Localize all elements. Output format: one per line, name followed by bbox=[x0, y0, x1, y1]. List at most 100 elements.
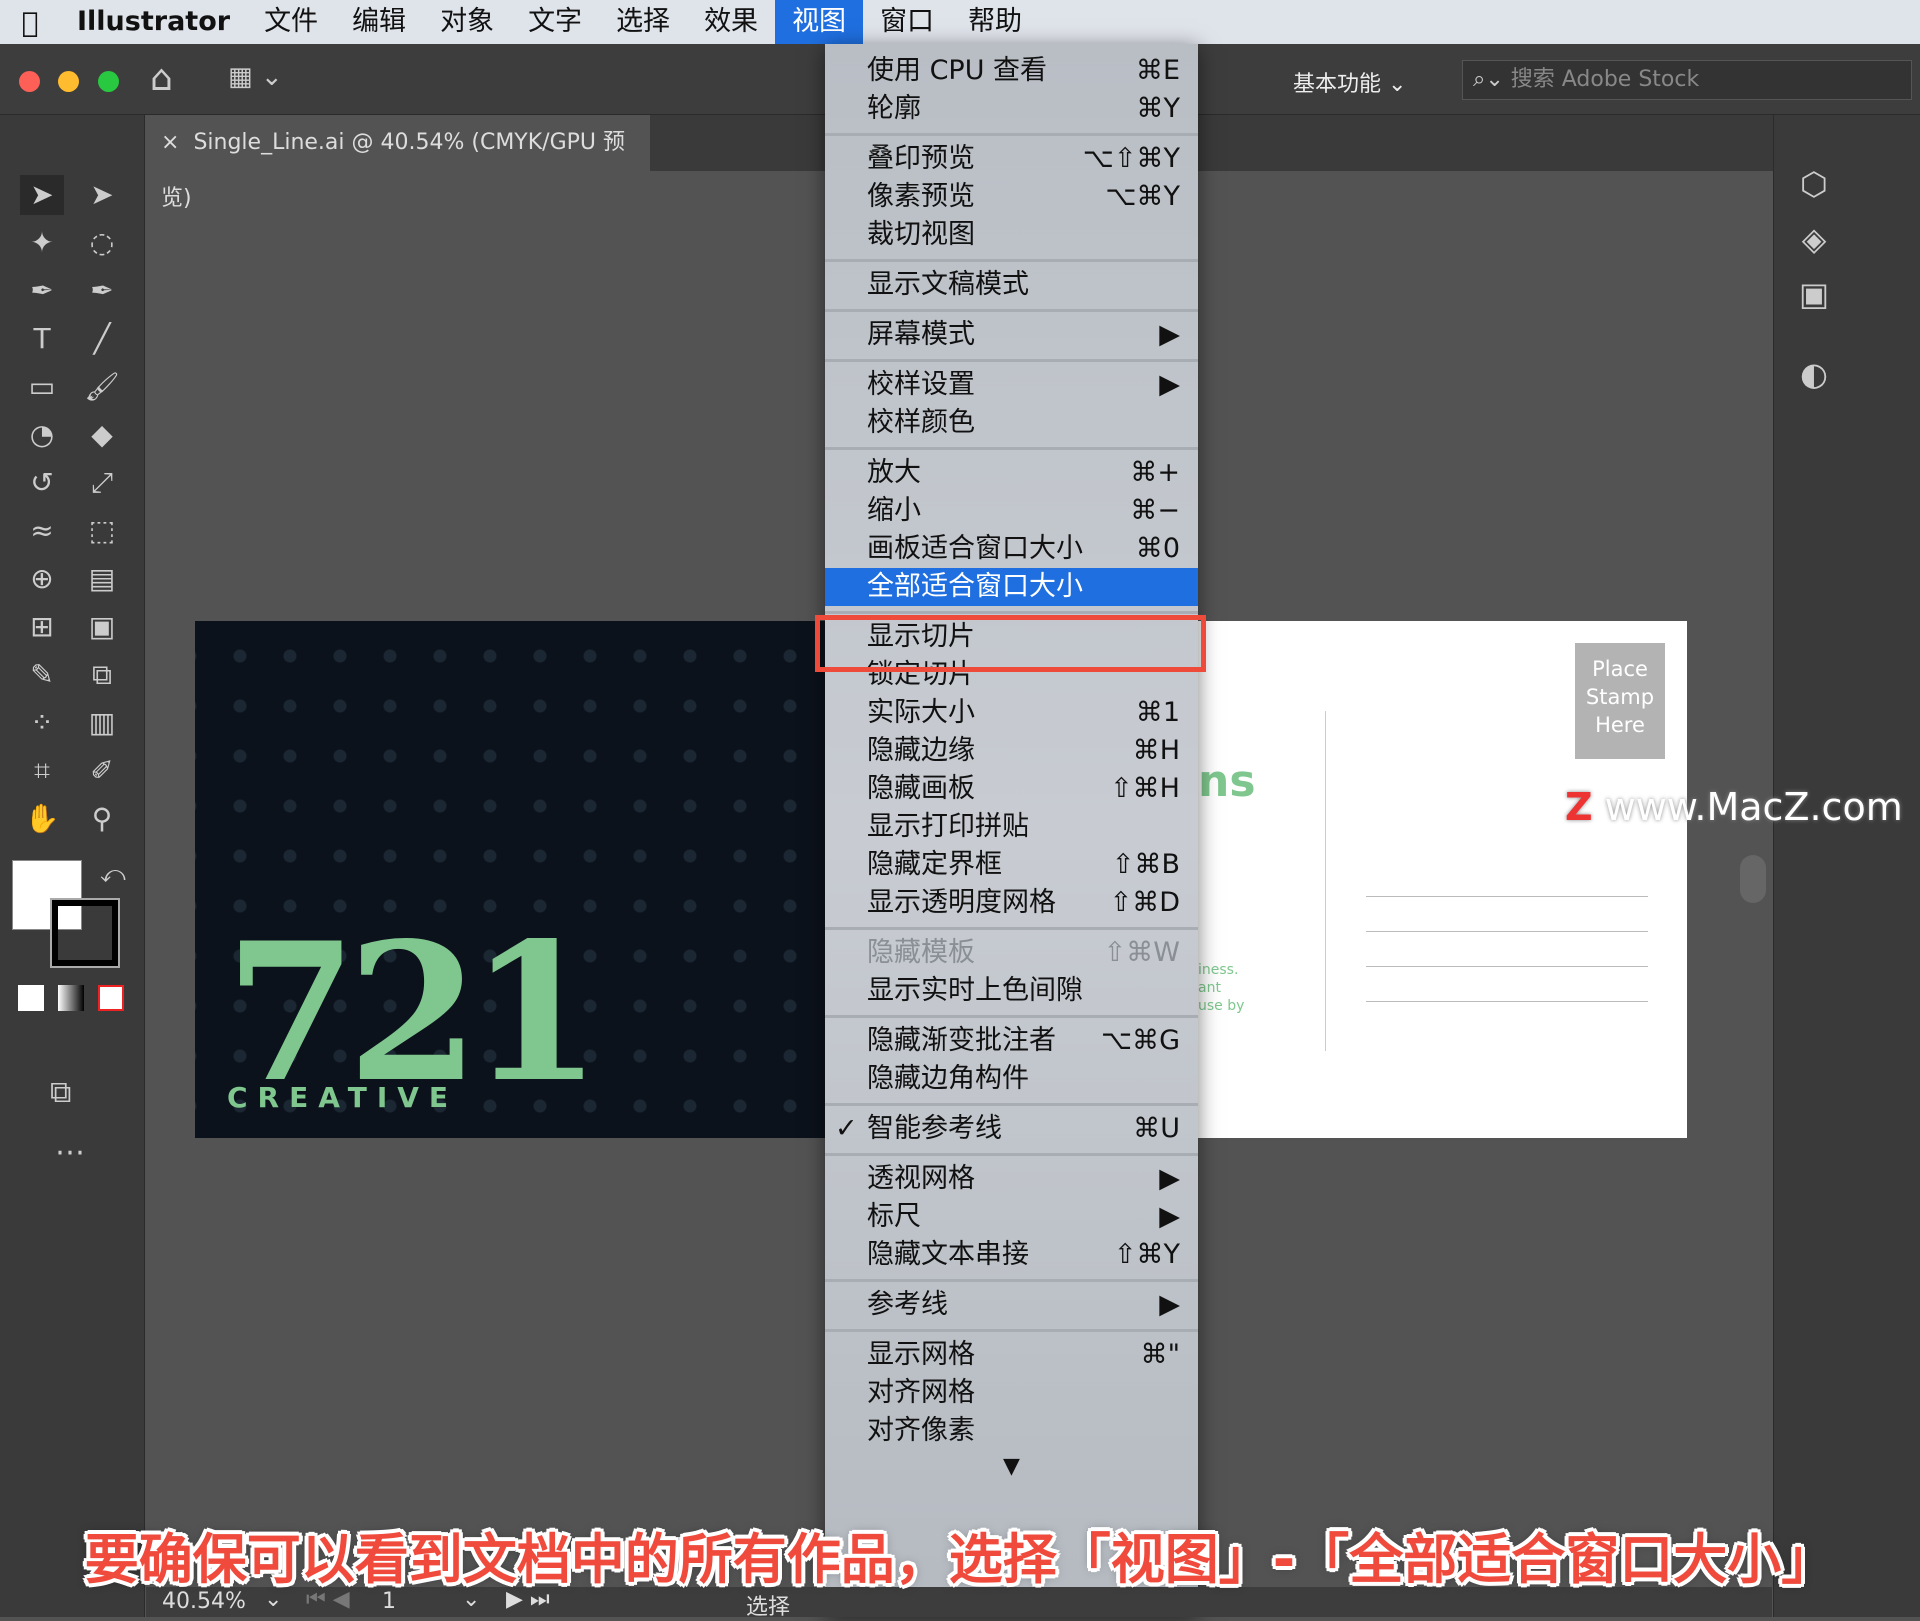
magic-wand-tool-icon[interactable]: ✦ bbox=[20, 223, 64, 263]
warp-tool-icon[interactable]: ≈ bbox=[20, 511, 64, 551]
menu-item[interactable]: 隐藏边角构件 bbox=[825, 1060, 1198, 1098]
menu-item[interactable]: 显示网格 ⌘" bbox=[825, 1336, 1198, 1374]
menu-item[interactable]: 隐藏定界框 ⇧⌘B bbox=[825, 846, 1198, 884]
menu-item[interactable]: 显示透明度网格 ⇧⌘D bbox=[825, 884, 1198, 922]
menu-item[interactable]: 校样设置 ▶ bbox=[825, 366, 1198, 404]
properties-panel-icon[interactable]: ⬡ bbox=[1792, 165, 1836, 209]
layers-panel-icon[interactable]: ◈ bbox=[1792, 220, 1836, 264]
menu-3[interactable]: 文字 bbox=[511, 0, 599, 44]
menu-item[interactable]: 使用 CPU 查看 ⌘E bbox=[825, 52, 1198, 90]
menu-4[interactable]: 选择 bbox=[599, 0, 687, 44]
selection-tool-icon[interactable]: ➤ bbox=[20, 175, 64, 215]
blend-tool-icon[interactable]: ⧉ bbox=[80, 655, 124, 695]
scale-tool-icon[interactable]: ⤢ bbox=[80, 463, 124, 503]
menu-item[interactable]: 裁切视图 bbox=[825, 216, 1198, 254]
sync-panel-icon[interactable]: ◐ bbox=[1792, 355, 1836, 399]
menu-item[interactable]: 对齐像素 bbox=[825, 1412, 1198, 1450]
libraries-panel-icon[interactable]: ▣ bbox=[1792, 275, 1836, 319]
hand-tool-icon[interactable]: ✋ bbox=[20, 799, 64, 839]
menu-item[interactable]: 像素预览 ⌥⌘Y bbox=[825, 178, 1198, 216]
menu-item[interactable]: 放大 ⌘+ bbox=[825, 454, 1198, 492]
vertical-scrollbar-thumb[interactable] bbox=[1740, 855, 1766, 903]
menu-1[interactable]: 编辑 bbox=[335, 0, 423, 44]
menu-item[interactable]: 实际大小 ⌘1 bbox=[825, 694, 1198, 732]
pen-tool-icon[interactable]: ✒ bbox=[20, 271, 64, 311]
minimize-window-button[interactable] bbox=[58, 71, 79, 92]
stroke-swatch[interactable] bbox=[50, 898, 120, 968]
menu-item[interactable]: 屏幕模式 ▶ bbox=[825, 316, 1198, 354]
color-mode-icon[interactable] bbox=[18, 985, 44, 1011]
menu-item-shortcut: ⇧⌘D bbox=[1109, 887, 1180, 918]
menu-item[interactable]: 隐藏模板 ⇧⌘W bbox=[825, 934, 1198, 972]
menu-8[interactable]: 帮助 bbox=[951, 0, 1039, 44]
menu-item[interactable]: 缩小 ⌘− bbox=[825, 492, 1198, 530]
menu-item-shortcut: ⌥⌘G bbox=[1100, 1025, 1180, 1056]
menu-item-label: 使用 CPU 查看 bbox=[867, 55, 1048, 86]
gradient-tool-icon[interactable]: ▣ bbox=[80, 607, 124, 647]
menu-item[interactable]: 显示打印拼贴 bbox=[825, 808, 1198, 846]
menu-item[interactable]: 隐藏文本串接 ⇧⌘Y bbox=[825, 1236, 1198, 1274]
close-window-button[interactable] bbox=[19, 71, 40, 92]
curvature-tool-icon[interactable]: ✒ bbox=[80, 271, 124, 311]
menu-item[interactable]: 叠印预览 ⌥⇧⌘Y bbox=[825, 140, 1198, 178]
artboard-dark[interactable]: 721 CREATIVE bbox=[195, 621, 825, 1138]
apple-icon[interactable]:  bbox=[0, 6, 60, 39]
home-icon[interactable]: ⌂ bbox=[150, 58, 173, 99]
close-tab-icon[interactable]: × bbox=[161, 130, 179, 155]
menu-item[interactable]: 画板适合窗口大小 ⌘0 bbox=[825, 530, 1198, 568]
shaper-tool-icon[interactable]: ◔ bbox=[20, 415, 64, 455]
app-menu[interactable]: Illustrator bbox=[60, 0, 247, 44]
menu-item[interactable]: 隐藏边缘 ⌘H bbox=[825, 732, 1198, 770]
menu-item-shortcut: ⌥⇧⌘Y bbox=[1082, 143, 1180, 174]
rotate-tool-icon[interactable]: ↺ bbox=[20, 463, 64, 503]
type-tool-icon[interactable]: T bbox=[20, 319, 64, 359]
line-tool-icon[interactable]: ╱ bbox=[80, 319, 124, 359]
artboard-postcard[interactable]: ns iness. ant use by Place Stamp Here bbox=[1198, 621, 1687, 1138]
menu-item[interactable]: 轮廓 ⌘Y bbox=[825, 90, 1198, 128]
shape-builder-tool-icon[interactable]: ⊕ bbox=[20, 559, 64, 599]
menu-7[interactable]: 窗口 bbox=[863, 0, 951, 44]
graph-tool-icon[interactable]: ▥ bbox=[80, 703, 124, 743]
menu-5[interactable]: 效果 bbox=[687, 0, 775, 44]
menu-item[interactable]: 显示文稿模式 bbox=[825, 266, 1198, 304]
free-transform-tool-icon[interactable]: ⬚ bbox=[80, 511, 124, 551]
workspace-switcher[interactable]: 基本功能 ⌄ bbox=[1293, 66, 1406, 98]
menu-0[interactable]: 文件 bbox=[247, 0, 335, 44]
gradient-mode-icon[interactable] bbox=[58, 985, 84, 1011]
perspective-grid-tool-icon[interactable]: ▤ bbox=[80, 559, 124, 599]
menu-item[interactable]: 标尺 ▶ bbox=[825, 1198, 1198, 1236]
more-tools-icon[interactable]: ⋯ bbox=[55, 1135, 85, 1170]
menu-item[interactable]: 隐藏渐变批注者 ⌥⌘G bbox=[825, 1022, 1198, 1060]
rectangle-tool-icon[interactable]: ▭ bbox=[20, 367, 64, 407]
zoom-tool-icon[interactable]: ⚲ bbox=[80, 799, 124, 839]
menu-item[interactable]: 显示实时上色间隙 bbox=[825, 972, 1198, 1010]
menu-item[interactable]: 透视网格 ▶ bbox=[825, 1160, 1198, 1198]
direct-selection-tool-icon[interactable]: ➤ bbox=[80, 175, 124, 215]
swap-colors-icon[interactable]: ⤺ bbox=[100, 860, 126, 888]
slice-tool-icon[interactable]: ✐ bbox=[80, 751, 124, 791]
menu-scroll-down-icon[interactable]: ▼ bbox=[825, 1454, 1198, 1479]
menu-6[interactable]: 视图 bbox=[775, 0, 864, 44]
menu-2[interactable]: 对象 bbox=[423, 0, 511, 44]
zoom-window-button[interactable] bbox=[98, 71, 119, 92]
address-line bbox=[1366, 1001, 1648, 1002]
mesh-tool-icon[interactable]: ⊞ bbox=[20, 607, 64, 647]
eraser-tool-icon[interactable]: ◆ bbox=[80, 415, 124, 455]
menu-item-label: 显示透明度网格 bbox=[867, 887, 1056, 918]
menu-item[interactable]: 参考线 ▶ bbox=[825, 1286, 1198, 1324]
eyedropper-tool-icon[interactable]: ✎ bbox=[20, 655, 64, 695]
menu-item[interactable]: 校样颜色 bbox=[825, 404, 1198, 442]
arrange-documents-icon[interactable]: ▦ ⌄ bbox=[228, 62, 283, 92]
document-tab[interactable]: × Single_Line.ai @ 40.54% (CMYK/GPU 预览) bbox=[145, 115, 650, 211]
menu-item[interactable]: ✓ 智能参考线 ⌘U bbox=[825, 1110, 1198, 1148]
menu-item[interactable]: 全部适合窗口大小 bbox=[825, 568, 1198, 606]
lasso-tool-icon[interactable]: ◌ bbox=[80, 223, 124, 263]
none-mode-icon[interactable] bbox=[98, 985, 124, 1011]
stock-search-input[interactable]: ⌕⌄ 搜索 Adobe Stock bbox=[1462, 60, 1912, 100]
menu-item[interactable]: 对齐网格 bbox=[825, 1374, 1198, 1412]
menu-item[interactable]: 隐藏画板 ⇧⌘H bbox=[825, 770, 1198, 808]
paintbrush-tool-icon[interactable]: 🖌 bbox=[80, 367, 124, 407]
symbol-sprayer-tool-icon[interactable]: ⁘ bbox=[20, 703, 64, 743]
artboard-tool-icon[interactable]: ⌗ bbox=[20, 751, 64, 791]
screen-mode-icon[interactable]: ⧉ bbox=[50, 1075, 71, 1110]
